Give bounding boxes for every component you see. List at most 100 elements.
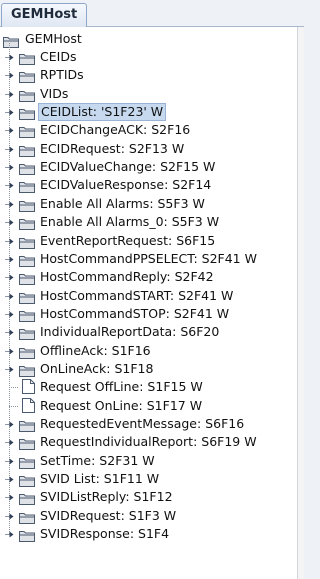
tree-item[interactable]: SVID List: S1F11 W — [4, 470, 294, 488]
tree-item-label: HostCommandSTOP: S2F41 W — [40, 305, 230, 321]
folder-icon — [19, 344, 35, 359]
tree-item[interactable]: RequestedEventMessage: S6F16 — [4, 415, 294, 433]
tree-item[interactable]: HostCommandPPSELECT: S2F41 W — [4, 250, 294, 268]
tree-item[interactable]: SVIDListReply: S1F12 — [4, 488, 294, 506]
tree-item[interactable]: EventReportRequest: S6F15 — [4, 232, 294, 250]
expand-toggle-icon[interactable] — [4, 419, 15, 430]
expand-toggle-icon[interactable] — [4, 309, 15, 320]
folder-icon — [19, 472, 35, 488]
expand-toggle-icon[interactable] — [4, 456, 15, 467]
folder-icon — [19, 197, 35, 212]
expand-toggle-icon[interactable] — [4, 511, 15, 522]
tree-item-label: OnLineAck: S1F18 — [40, 360, 154, 376]
tab-gemhost[interactable]: GEMHost — [1, 3, 88, 27]
tree-connector-icon — [9, 405, 19, 407]
tree-item[interactable]: VIDs — [4, 85, 294, 103]
tree-item-label: SetTime: S2F31 W — [40, 452, 155, 468]
tree-item-label: SVIDResponse: S1F4 — [40, 526, 170, 542]
tree-item-label: RPTIDs — [40, 67, 84, 83]
tree-item-label: Request OnLine: S1F17 W — [40, 397, 203, 413]
tree-item[interactable]: Request OnLine: S1F17 W — [4, 397, 294, 415]
tree-item[interactable]: SetTime: S2F31 W — [4, 452, 294, 470]
tree-item[interactable]: OfflineAck: S1F16 — [4, 342, 294, 360]
tree-item[interactable]: ECIDChangeACK: S2F16 — [4, 121, 294, 139]
gemhost-window: GEMHost GEMHost CEIDs RPTIDs VIDs CEIDList:… — [0, 0, 304, 579]
expand-toggle-icon[interactable] — [4, 107, 15, 118]
document-icon — [22, 397, 35, 413]
tree-item[interactable]: IndividualReportData: S6F20 — [4, 323, 294, 341]
tree-item[interactable]: Enable All Alarms_0: S5F3 W — [4, 213, 294, 231]
expand-toggle-icon[interactable] — [4, 254, 15, 265]
folder-icon — [19, 252, 35, 267]
expand-toggle-icon[interactable] — [4, 162, 15, 173]
expand-toggle-icon[interactable] — [4, 180, 15, 191]
folder-icon — [19, 50, 35, 65]
tree-item[interactable]: SVIDRequest: S1F3 W — [4, 507, 294, 525]
tree-item[interactable]: RequestIndividualReport: S6F19 W — [4, 433, 294, 451]
expand-toggle-icon[interactable] — [4, 327, 15, 338]
folder-open-icon — [3, 33, 19, 48]
expand-toggle-icon[interactable] — [4, 492, 15, 503]
folder-icon — [19, 123, 35, 139]
tree-item-label-selected: CEIDList: 'S1F23' W — [38, 103, 167, 122]
tree-item-label: CEIDs — [40, 49, 77, 64]
folder-icon — [19, 307, 35, 322]
expand-toggle-icon[interactable] — [4, 236, 15, 247]
tree-item[interactable]: CEIDs — [4, 48, 294, 66]
tree-item[interactable]: CEIDList: 'S1F23' W — [4, 103, 294, 122]
folder-icon — [19, 178, 35, 194]
tree-root-gemhost[interactable]: GEMHost — [3, 30, 84, 48]
expand-toggle-icon[interactable] — [4, 346, 15, 357]
tree-item[interactable]: ECIDValueChange: S2F15 W — [4, 158, 294, 176]
tree-item[interactable]: Request OffLine: S1F15 W — [4, 378, 294, 396]
folder-icon — [19, 362, 35, 377]
tree-connector-icon — [9, 387, 19, 389]
folder-icon — [19, 160, 35, 176]
document-icon — [22, 379, 35, 395]
tree-item-label: EventReportRequest: S6F15 — [40, 232, 216, 248]
expand-toggle-icon[interactable] — [4, 125, 15, 136]
expand-toggle-icon[interactable] — [4, 52, 15, 63]
tree-item-label: ECIDValueResponse: S2F14 — [40, 177, 212, 193]
folder-icon — [19, 454, 35, 469]
tree-item-label: SVID List: S1F11 W — [40, 471, 160, 487]
tree-item[interactable]: RPTIDs — [4, 66, 294, 84]
expand-toggle-icon[interactable] — [4, 437, 15, 448]
folder-icon — [19, 289, 35, 304]
tree-item[interactable]: OnLineAck: S1F18 — [4, 360, 294, 378]
tree-item[interactable]: HostCommandReply: S2F42 — [4, 268, 294, 286]
tree-item-label: ECIDChangeACK: S2F16 — [40, 122, 191, 138]
message-tree[interactable]: GEMHost CEIDs RPTIDs VIDs CEIDList: 'S1F23'… — [0, 27, 298, 579]
tree-item-label: SVIDListReply: S1F12 — [40, 489, 173, 505]
tree-item-label: IndividualReportData: S6F20 — [40, 324, 220, 340]
vertical-scrollbar[interactable] — [298, 27, 304, 579]
tree-item[interactable]: ECIDValueResponse: S2F14 — [4, 176, 294, 194]
expand-toggle-icon[interactable] — [4, 70, 15, 81]
folder-icon — [19, 325, 35, 341]
folder-icon — [19, 527, 35, 543]
folder-icon — [19, 234, 35, 249]
tree-item[interactable]: ECIDRequest: S2F13 W — [4, 140, 294, 158]
expand-toggle-icon[interactable] — [4, 474, 15, 485]
folder-icon — [19, 509, 35, 524]
tree-item-label: ECIDRequest: S2F13 W — [40, 140, 185, 156]
tree-item[interactable]: SVIDResponse: S1F4 — [4, 525, 294, 543]
folder-icon — [19, 417, 35, 432]
expand-toggle-icon[interactable] — [4, 291, 15, 302]
expand-toggle-icon[interactable] — [4, 272, 15, 283]
expand-toggle-icon[interactable] — [4, 217, 15, 228]
tab-bar: GEMHost — [0, 0, 304, 27]
expand-toggle-icon[interactable] — [4, 529, 15, 540]
tree-item[interactable]: Enable All Alarms: S5F3 W — [4, 195, 294, 213]
tree-item[interactable]: HostCommandSTOP: S2F41 W — [4, 305, 294, 323]
expand-toggle-icon[interactable] — [4, 144, 15, 155]
folder-icon — [19, 87, 35, 102]
expand-toggle-icon[interactable] — [4, 364, 15, 375]
tree-root-label: GEMHost — [25, 31, 82, 46]
expand-toggle-icon[interactable] — [4, 199, 15, 210]
tree-item-label: ECIDValueChange: S2F15 W — [40, 159, 216, 175]
folder-icon — [19, 105, 35, 121]
folder-icon — [19, 490, 35, 506]
expand-toggle-icon[interactable] — [4, 89, 15, 100]
tree-item[interactable]: HostCommandSTART: S2F41 W — [4, 287, 294, 305]
